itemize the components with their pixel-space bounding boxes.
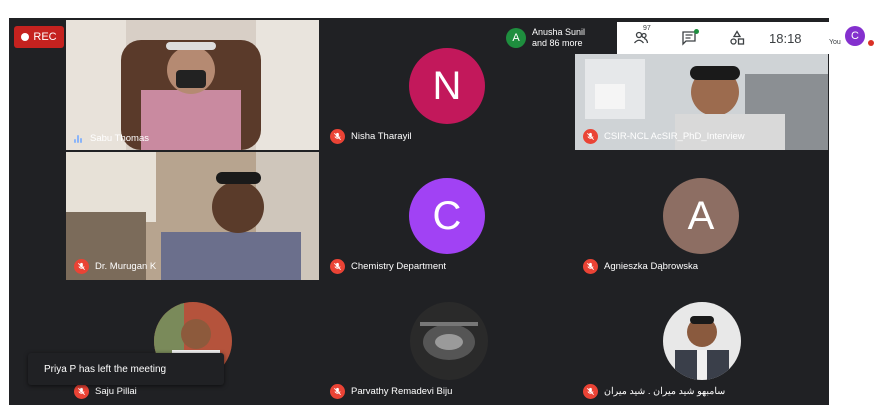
- chat-button[interactable]: [665, 22, 713, 54]
- chat-unread-dot: [694, 29, 699, 34]
- participant-name: Dr. Murugan K: [95, 261, 157, 272]
- joined-avatar: A: [506, 28, 526, 48]
- self-label: You: [829, 39, 841, 46]
- self-status-dot: [868, 40, 874, 46]
- mic-muted-icon: [583, 259, 598, 274]
- people-icon: [633, 31, 649, 44]
- participant-tile-chemistry-department[interactable]: C Chemistry Department: [322, 152, 575, 280]
- activities-icon: [730, 30, 745, 45]
- participant-name-row: Nisha Tharayil: [330, 129, 412, 144]
- participant-tile-dr-murugan-k[interactable]: Dr. Murugan K: [66, 152, 319, 280]
- self-avatar-letter: C: [851, 30, 859, 42]
- self-avatar[interactable]: C: [845, 26, 865, 46]
- participant-name: Sabu Thomas: [90, 133, 149, 144]
- participant-name: Saju Pillai: [95, 386, 137, 397]
- participant-name: Nisha Tharayil: [351, 131, 412, 142]
- participant-name: Chemistry Department: [351, 261, 447, 272]
- mic-muted-icon: [330, 259, 345, 274]
- joined-avatar-letter: A: [512, 31, 520, 44]
- avatar-letter: A: [687, 193, 715, 238]
- participant-name-row: Agnieszka Dąbrowska: [583, 259, 698, 274]
- participant-avatar: N: [409, 48, 485, 124]
- participant-photo: [410, 302, 488, 380]
- participant-name: Parvathy Remadevi Biju: [351, 386, 453, 397]
- recording-label: REC: [33, 31, 57, 43]
- toast-text: Priya P has left the meeting: [44, 363, 167, 375]
- participant-tile-saju-pillai[interactable]: Saju Pillai: [66, 282, 319, 405]
- video-feed: [66, 20, 319, 150]
- participant-name: Agnieszka Dąbrowska: [604, 261, 698, 272]
- mic-muted-icon: [583, 129, 598, 144]
- participant-name-row: Dr. Murugan K: [74, 259, 156, 274]
- participant-tile-csir-ncl[interactable]: CSIR-NCL AcSIR_PhD_Interview: [575, 54, 828, 150]
- participant-name-row: سامبهو شيد ميران . شيد ميران: [583, 384, 725, 399]
- avatar-letter: N: [432, 63, 462, 108]
- mic-muted-icon: [330, 384, 345, 399]
- participants-joined-pill[interactable]: A Anusha Sunil and 86 more: [500, 22, 614, 54]
- participant-photo: [663, 302, 741, 380]
- people-button[interactable]: 97: [617, 22, 665, 54]
- top-toolbar: 97 18:18: [617, 22, 875, 54]
- participant-tile-arabic-name[interactable]: سامبهو شيد ميران . شيد ميران: [575, 282, 828, 405]
- joined-more: and 86 more: [532, 38, 583, 48]
- activities-button[interactable]: [713, 22, 761, 54]
- participant-tile-parvathy-remadevi-biju[interactable]: Parvathy Remadevi Biju: [322, 282, 575, 405]
- recording-badge[interactable]: REC: [14, 26, 64, 48]
- participant-avatar: A: [663, 178, 739, 254]
- participant-name-row: Chemistry Department: [330, 259, 446, 274]
- participant-avatar: C: [409, 178, 485, 254]
- participant-name-row: Sabu Thomas: [74, 133, 149, 144]
- mic-muted-icon: [330, 129, 345, 144]
- left-meeting-toast: Priya P has left the meeting: [28, 353, 224, 385]
- joined-name: Anusha Sunil: [532, 27, 586, 37]
- people-count: 97: [643, 25, 651, 32]
- mic-muted-icon: [74, 259, 89, 274]
- mic-muted-icon: [74, 384, 89, 399]
- participant-tile-agnieszka-dabrowska[interactable]: A Agnieszka Dąbrowska: [575, 152, 828, 280]
- mic-muted-icon: [583, 384, 598, 399]
- participant-name-row: Saju Pillai: [74, 384, 137, 399]
- avatar-letter: C: [432, 193, 462, 238]
- speaking-indicator-icon: [74, 134, 82, 143]
- participant-name: سامبهو شيد ميران . شيد ميران: [604, 386, 726, 397]
- clock-time: 18:18: [769, 30, 802, 46]
- participant-tile-sabu-thomas[interactable]: Sabu Thomas: [66, 20, 319, 150]
- participant-name-row: CSIR-NCL AcSIR_PhD_Interview: [583, 129, 745, 144]
- participant-name: CSIR-NCL AcSIR_PhD_Interview: [604, 131, 745, 142]
- joined-text: Anusha Sunil and 86 more: [532, 27, 585, 49]
- meeting-stage: Sabu Thomas N Nisha Tharayil CSIR-NCL Ac…: [9, 18, 829, 405]
- top-page-strip: [60, 8, 320, 20]
- recording-dot-icon: [21, 33, 30, 41]
- participant-name-row: Parvathy Remadevi Biju: [330, 384, 452, 399]
